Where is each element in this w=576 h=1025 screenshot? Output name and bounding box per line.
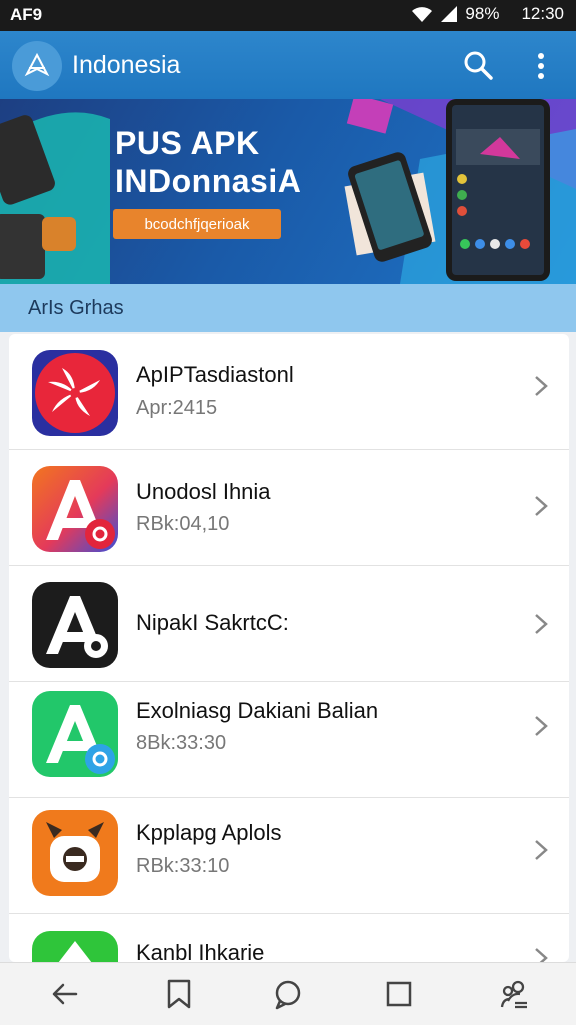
search-icon[interactable]: [462, 49, 496, 83]
chevron-right-icon: [535, 614, 548, 634]
orange-bot-app-icon: [32, 810, 118, 896]
app-bar: Indonesia: [0, 31, 576, 99]
app-name: Kanbl Ihkarie: [136, 940, 265, 962]
recents-icon[interactable]: [382, 977, 416, 1011]
app-name: Kpplapg Aplols: [136, 820, 282, 845]
battery-level: 98%: [465, 4, 500, 23]
chevron-right-icon: [535, 376, 548, 396]
people-icon[interactable]: [498, 977, 532, 1011]
chat-icon[interactable]: [271, 977, 305, 1011]
red-flower-app-icon: [32, 350, 118, 436]
chevron-right-icon: [535, 496, 548, 516]
chevron-right-icon: [535, 840, 548, 860]
app-name: Exolniasg Dakiani Balian: [136, 698, 379, 723]
green-a-app-icon: [32, 691, 118, 777]
more-vert-icon[interactable]: [528, 49, 554, 83]
app-name: ApIPTasdiastonl: [136, 362, 294, 387]
page-title: Indonesia: [72, 51, 181, 79]
section-title: ArIs Grhas: [28, 297, 124, 319]
bookmark-icon[interactable]: [162, 977, 196, 1011]
app-name: NipakI SakrtcC:: [136, 610, 289, 635]
app-list-item[interactable]: NipakI SakrtcC:: [9, 566, 569, 682]
carrier-label: AF9: [10, 5, 43, 24]
status-bar: AF9 98% 12:30: [0, 0, 576, 31]
app-list-item[interactable]: Kanbl Ihkarie: [9, 914, 569, 962]
banner-title: PUS APK INDonnasiA: [115, 125, 302, 199]
app-list-item[interactable]: ApIPTasdiastonl Apr:2415: [9, 334, 569, 450]
gradient-a-app-icon: [32, 466, 118, 552]
chevron-right-icon: [535, 716, 548, 736]
bottom-nav: [0, 962, 576, 1025]
chevron-right-icon: [535, 948, 548, 962]
app-meta: RBk:33:10: [136, 855, 230, 877]
back-icon[interactable]: [48, 977, 82, 1011]
app-list-item[interactable]: Exolniasg Dakiani Balian 8Bk:33:30: [9, 682, 569, 798]
section-header: ArIs Grhas: [0, 284, 576, 332]
app-list-item[interactable]: Unodosl Ihnia RBk:04,10: [9, 450, 569, 566]
app-name: Unodosl Ihnia: [136, 479, 271, 504]
app-list-item[interactable]: Kpplapg Aplols RBk:33:10: [9, 792, 569, 914]
app-meta: Apr:2415: [136, 397, 218, 419]
banner-cta-button[interactable]: bcodchfjqerioak: [113, 209, 281, 239]
signal-icon: [441, 6, 458, 22]
wifi-icon: [412, 7, 433, 22]
app-list: ApIPTasdiastonl Apr:2415 Unodosl Ihnia R…: [9, 334, 569, 962]
app-logo-icon[interactable]: [12, 41, 62, 91]
clock: 12:30: [521, 4, 564, 23]
black-a-app-icon: [32, 582, 118, 668]
app-meta: 8Bk:33:30: [136, 732, 227, 754]
green-app-icon: [32, 931, 118, 962]
promo-banner[interactable]: PUS APK INDonnasiA bcodchfjqerioak: [0, 99, 576, 284]
app-meta: RBk:04,10: [136, 513, 230, 535]
